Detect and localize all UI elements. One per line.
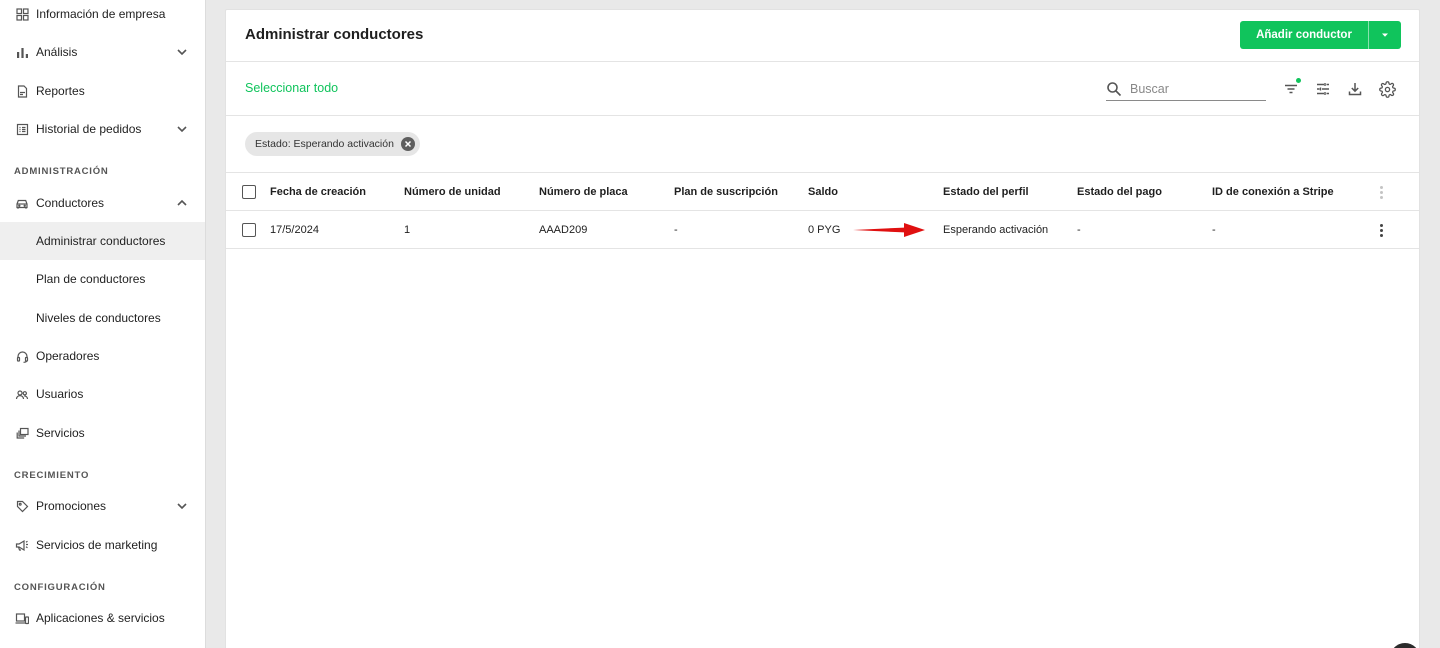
megaphone-icon (14, 537, 30, 553)
sidebar-item-label: Aplicaciones & servicios (36, 611, 165, 625)
sidebar-item-analisis[interactable]: Análisis (0, 33, 205, 71)
sidebar-item-reportes[interactable]: Reportes (0, 72, 205, 110)
cell-plan: - (674, 224, 678, 236)
sidebar-item-label: Conductores (36, 196, 105, 210)
column-header-saldo[interactable]: Saldo (808, 173, 838, 211)
sidebar-item-label: Usuarios (36, 387, 84, 401)
column-header-stripe[interactable]: ID de conexión a Stripe (1212, 173, 1334, 211)
sidebar: Información de empresa Análisis Reportes… (0, 0, 206, 648)
sidebar-item-label: Niveles de conductores (36, 311, 161, 325)
column-options-button[interactable] (1372, 183, 1390, 201)
section-title-configuracion: CONFIGURACIÓN (14, 582, 106, 593)
column-header-fecha[interactable]: Fecha de creación (270, 173, 366, 211)
sidebar-item-plan-conductores[interactable]: Plan de conductores (0, 260, 205, 298)
sidebar-item-operadores[interactable]: Operadores (0, 337, 205, 375)
chevron-up-icon[interactable] (175, 196, 189, 210)
search-icon (1107, 81, 1122, 96)
download-button[interactable] (1345, 79, 1365, 99)
tag-icon (14, 498, 30, 514)
filter-chip-label: Estado: Esperando activación (255, 138, 394, 150)
row-actions-button[interactable] (1372, 221, 1390, 239)
close-icon (404, 140, 411, 148)
cell-fecha: 17/5/2024 (270, 224, 319, 236)
services-icon (14, 425, 30, 441)
sidebar-item-label: Análisis (36, 45, 78, 59)
sidebar-item-servicios[interactable]: Servicios (0, 414, 205, 452)
sliders-icon (1317, 83, 1329, 95)
report-document-icon (14, 83, 30, 99)
column-header-pago[interactable]: Estado del pago (1077, 173, 1162, 211)
dashboard-grid-icon (14, 6, 30, 22)
add-driver-split-button: Añadir conductor (1240, 21, 1401, 49)
sidebar-item-promociones[interactable]: Promociones (0, 487, 205, 525)
gear-icon (1378, 80, 1396, 98)
sidebar-item-label: Historial de pedidos (36, 122, 142, 136)
sidebar-item-label: Operadores (36, 349, 100, 363)
red-arrow-annotation (853, 223, 925, 237)
sidebar-item-marketing[interactable]: Servicios de marketing (0, 526, 205, 564)
search-box (1106, 77, 1266, 101)
filter-button[interactable] (1281, 78, 1301, 99)
sidebar-item-label: Reportes (36, 84, 85, 98)
page-header: Administrar conductores Añadir conductor (226, 10, 1419, 62)
active-filters-row: Estado: Esperando activación (226, 116, 1419, 173)
search-input[interactable] (1130, 81, 1250, 96)
add-driver-button[interactable]: Añadir conductor (1240, 21, 1368, 49)
car-icon (14, 195, 30, 211)
users-icon (14, 386, 30, 402)
main-panel: Administrar conductores Añadir conductor… (225, 9, 1420, 648)
sidebar-item-label: Plan de conductores (36, 272, 146, 286)
chevron-down-icon[interactable] (175, 122, 189, 136)
cell-placa: AAAD209 (539, 224, 588, 236)
devices-icon (14, 610, 30, 626)
section-title-administracion: ADMINISTRACIÓN (14, 166, 109, 177)
remove-filter-button[interactable] (400, 137, 415, 151)
order-list-icon (14, 121, 30, 137)
caret-down-icon (1382, 33, 1388, 37)
cell-pago: - (1077, 224, 1081, 236)
cell-saldo: 0 PYG (808, 224, 841, 236)
sidebar-item-conductores[interactable]: Conductores (0, 184, 205, 222)
sidebar-item-historial[interactable]: Historial de pedidos (0, 110, 205, 148)
column-header-placa[interactable]: Número de placa (539, 173, 628, 211)
section-title-crecimiento: CRECIMIENTO (14, 470, 90, 481)
select-all-link[interactable]: Seleccionar todo (245, 81, 338, 95)
table-row[interactable]: 17/5/2024 1 AAAD209 - 0 PYG Esperando ac… (226, 211, 1419, 249)
active-filter-indicator (1296, 78, 1301, 83)
sidebar-item-label: Servicios (36, 426, 85, 440)
sidebar-item-niveles-conductores[interactable]: Niveles de conductores (0, 299, 205, 337)
sidebar-item-label: Administrar conductores (36, 234, 166, 248)
table-toolbar: Seleccionar todo (226, 62, 1419, 116)
sidebar-item-label: Promociones (36, 499, 107, 513)
sidebar-item-label: Servicios de marketing (36, 538, 158, 552)
page-title: Administrar conductores (245, 26, 424, 43)
filter-chip[interactable]: Estado: Esperando activación (245, 132, 420, 156)
sidebar-item-usuarios[interactable]: Usuarios (0, 375, 205, 413)
settings-button[interactable] (1377, 79, 1397, 99)
sidebar-item-aplicaciones[interactable]: Aplicaciones & servicios (0, 599, 205, 637)
column-header-plan[interactable]: Plan de suscripción (674, 173, 778, 211)
cell-unidad: 1 (404, 224, 411, 236)
download-icon (1348, 83, 1362, 96)
row-checkbox[interactable] (242, 223, 256, 237)
chevron-down-icon[interactable] (175, 499, 189, 513)
column-header-perfil[interactable]: Estado del perfil (943, 173, 1029, 211)
select-all-checkbox[interactable] (242, 185, 256, 199)
cell-perfil: Esperando activación (943, 224, 1049, 236)
headset-icon (14, 348, 30, 364)
cell-stripe: - (1212, 224, 1216, 236)
adjust-columns-button[interactable] (1313, 79, 1333, 99)
bar-chart-icon (14, 44, 30, 60)
filter-icon (1285, 84, 1297, 94)
table-header-row: Fecha de creación Número de unidad Númer… (226, 173, 1419, 211)
chevron-down-icon[interactable] (175, 45, 189, 59)
column-header-unidad[interactable]: Número de unidad (404, 173, 501, 211)
sidebar-item-label: Información de empresa (36, 7, 166, 21)
sidebar-item-administrar-conductores[interactable]: Administrar conductores (0, 222, 205, 260)
add-driver-dropdown-button[interactable] (1369, 21, 1401, 49)
sidebar-item-empresa[interactable]: Información de empresa (0, 0, 205, 33)
